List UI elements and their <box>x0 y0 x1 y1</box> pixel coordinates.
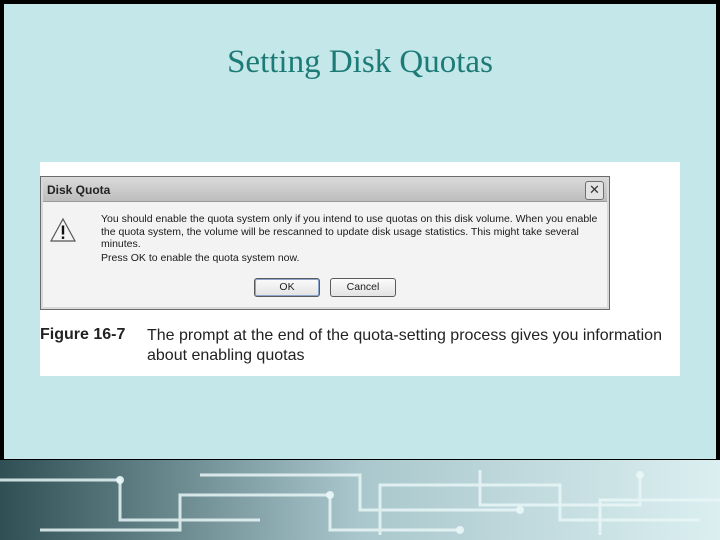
dialog-message: You should enable the quota system only … <box>101 213 598 250</box>
disk-quota-dialog: Disk Quota ✕ You should enable the quota… <box>40 176 610 310</box>
figure-number: Figure 16-7 <box>40 326 126 343</box>
close-icon[interactable]: ✕ <box>585 181 604 200</box>
cancel-button[interactable]: Cancel <box>330 278 396 297</box>
slide: Setting Disk Quotas Disk Quota ✕ You sho… <box>0 0 720 540</box>
ok-button[interactable]: OK <box>254 278 320 297</box>
dialog-title: Disk Quota <box>47 183 111 197</box>
dialog-titlebar[interactable]: Disk Quota ✕ <box>43 179 607 202</box>
figure-caption: The prompt at the end of the quota-setti… <box>147 327 662 364</box>
figure: Disk Quota ✕ You should enable the quota… <box>40 162 680 376</box>
circuit-decoration <box>0 460 720 540</box>
warning-icon <box>50 217 76 242</box>
dialog-prompt: Press OK to enable the quota system now. <box>101 252 300 264</box>
slide-title: Setting Disk Quotas <box>227 44 493 80</box>
